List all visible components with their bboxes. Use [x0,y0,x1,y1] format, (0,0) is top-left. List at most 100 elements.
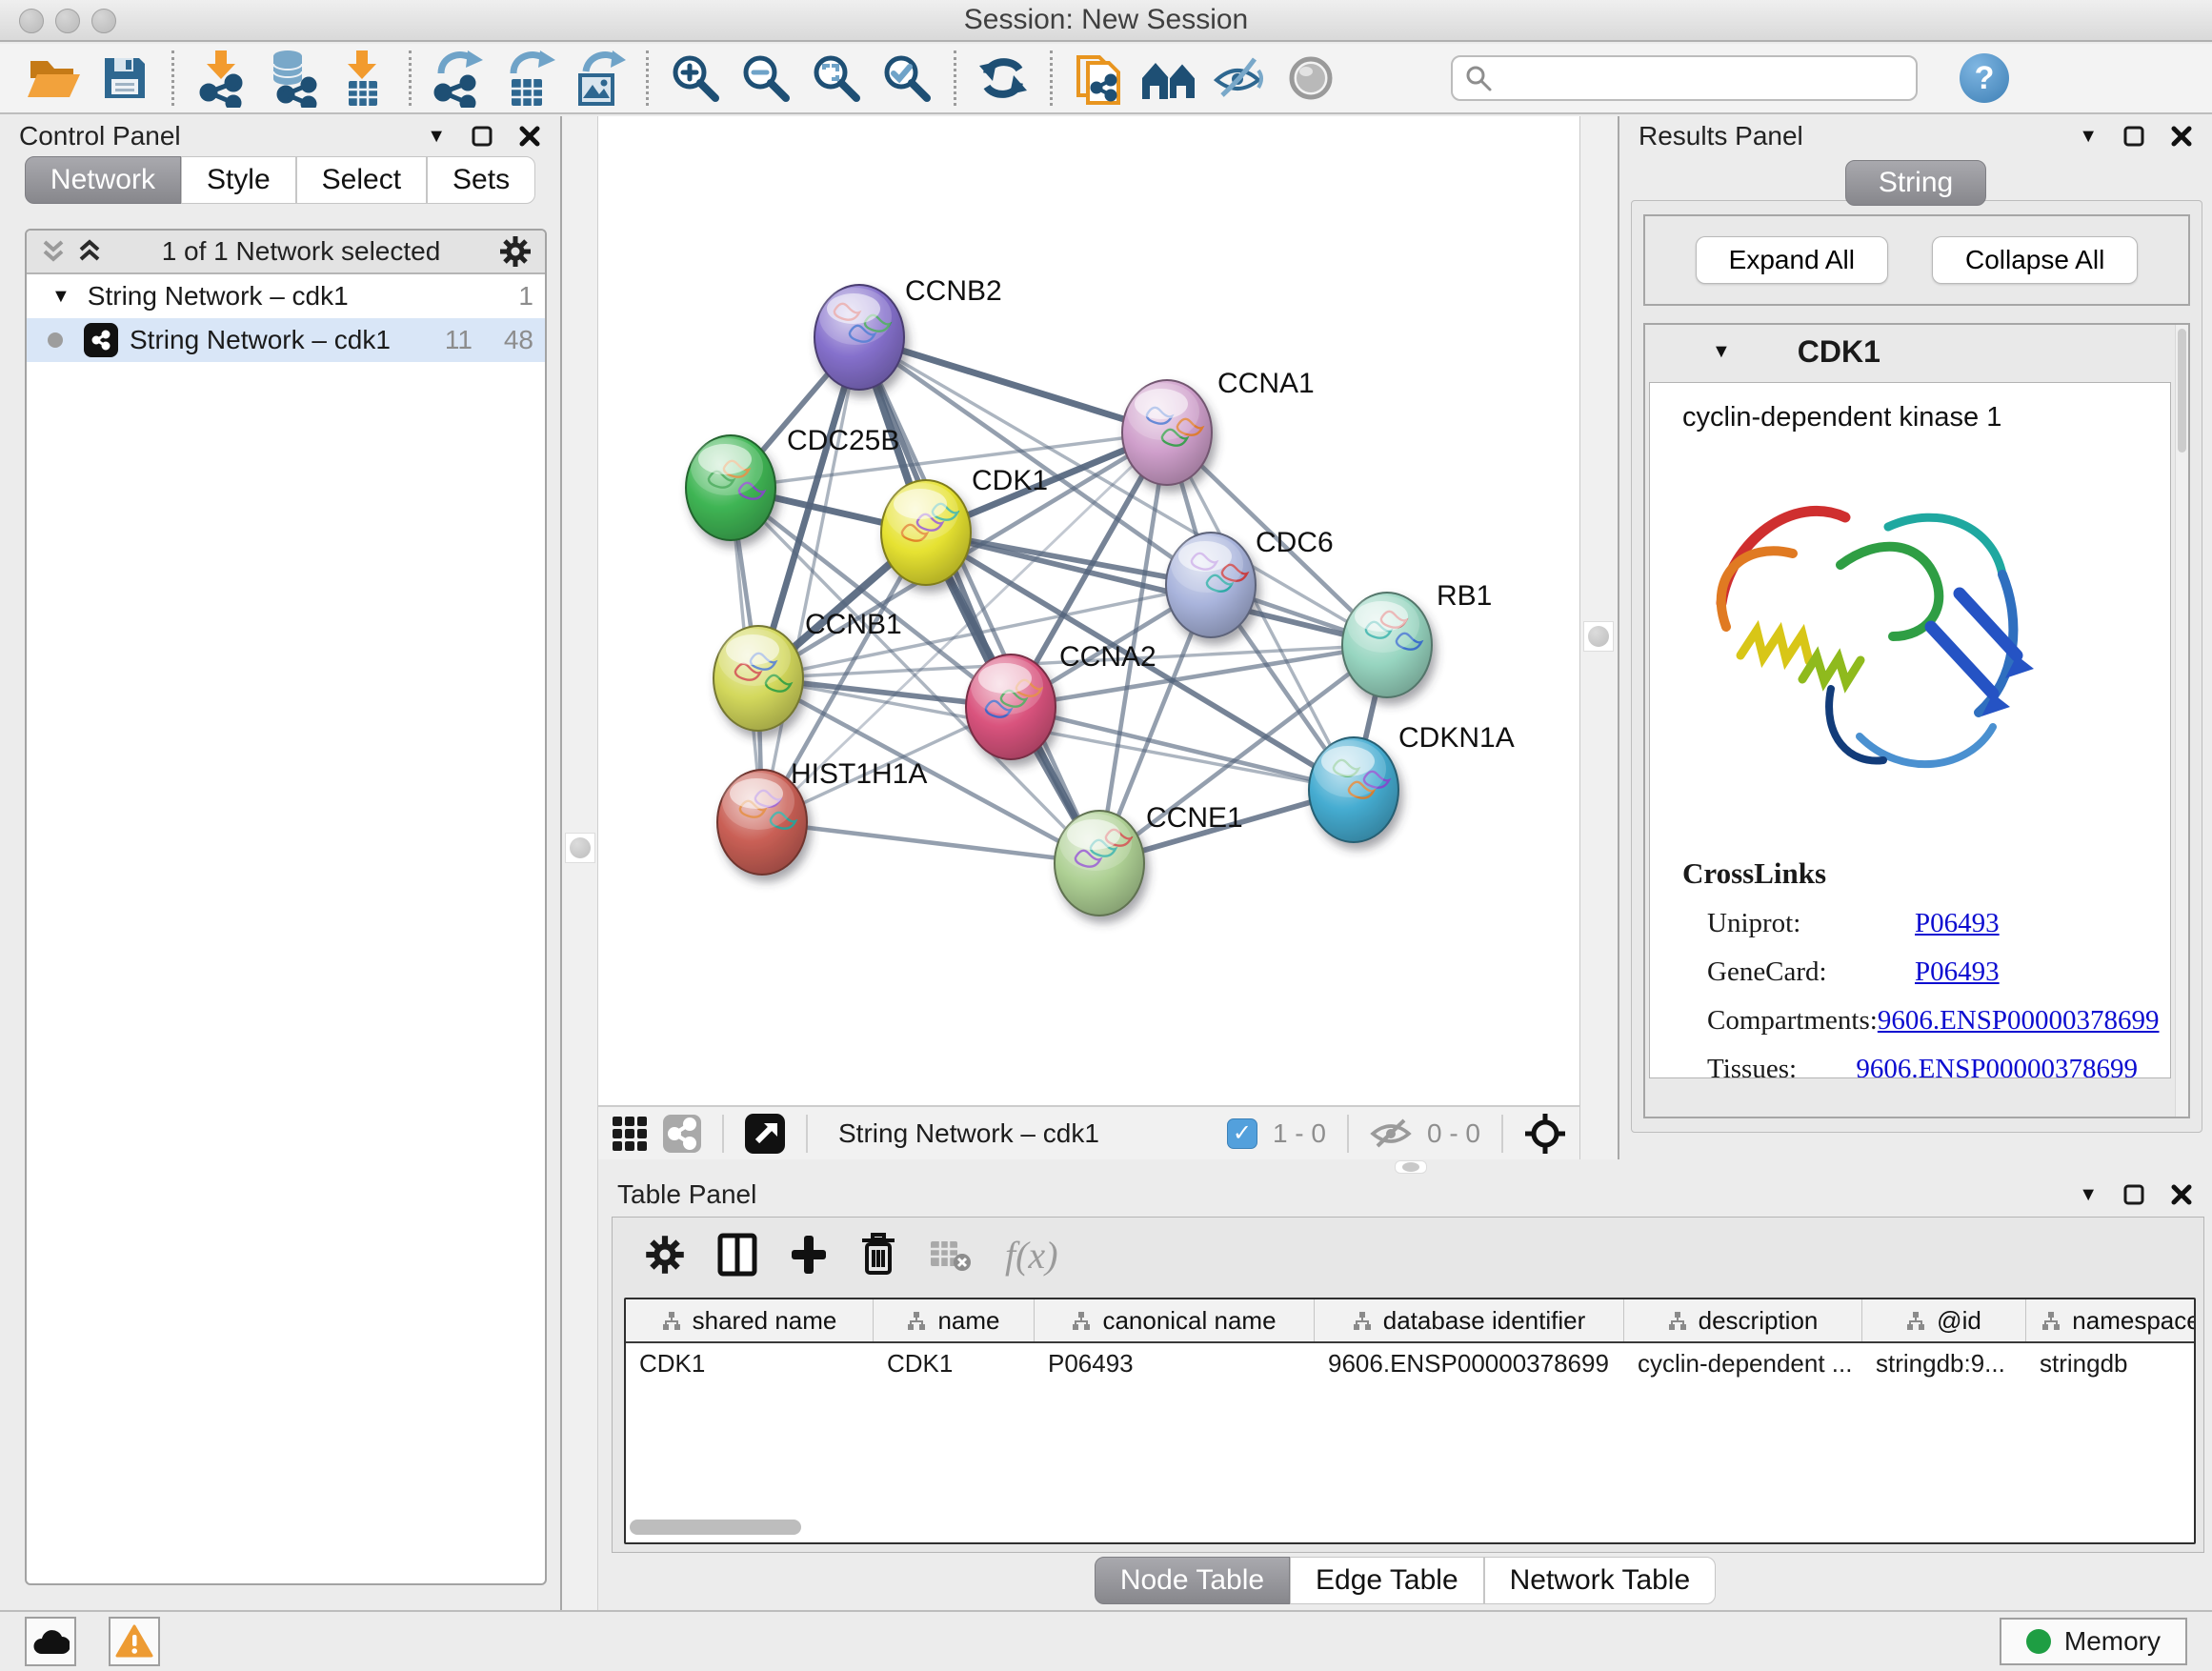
float-panel-icon[interactable] [2122,125,2145,148]
zoom-in-button[interactable] [660,48,731,109]
tab-network[interactable]: Network [25,156,181,204]
table-row[interactable]: CDK1CDK1P064939606.ENSP00000378699cyclin… [626,1343,2194,1387]
zoom-out-button[interactable] [731,48,801,109]
table-cell[interactable]: stringdb [2026,1343,2196,1387]
network-node-ccne1[interactable] [1055,811,1144,916]
import-network-file-button[interactable] [186,48,256,109]
export-network-button[interactable] [423,48,493,109]
collapse-all-button[interactable]: Collapse All [1932,236,2138,284]
window-controls[interactable] [19,9,116,33]
float-panel-icon[interactable] [2122,1183,2145,1206]
expand-all-chevrons-icon[interactable] [40,237,67,266]
table-cell[interactable]: CDK1 [874,1343,1035,1387]
crosslink-link[interactable]: P06493 [1915,956,2000,988]
crosslink-link[interactable]: 9606.ENSP00000378699 [1878,1005,2160,1037]
table-cell[interactable]: stringdb:9... [1862,1343,2026,1387]
collapse-all-chevrons-icon[interactable] [76,237,103,266]
maximize-window-icon[interactable] [91,9,116,33]
search-input[interactable] [1502,64,1904,93]
column-header-shared-name[interactable]: shared name [626,1299,874,1341]
section-expand-icon[interactable]: ▼ [1712,341,1731,363]
table-cell[interactable]: 9606.ENSP00000378699 [1315,1343,1624,1387]
float-panel-icon[interactable] [471,125,493,148]
birdseye-crosshair-icon[interactable] [1524,1113,1566,1155]
toolbar-search[interactable] [1451,55,1918,101]
network-collection-row[interactable]: ▼ String Network – cdk1 1 [27,274,545,318]
tab-node-table[interactable]: Node Table [1095,1557,1290,1604]
zoom-selected-button[interactable] [872,48,942,109]
column-header-database-identifier[interactable]: database identifier [1315,1299,1624,1341]
node-table[interactable]: shared namenamecanonical namedatabase id… [624,1298,2196,1544]
splitter-handle[interactable] [1395,1160,1427,1174]
warning-button[interactable] [109,1617,160,1666]
expand-all-button[interactable]: Expand All [1696,236,1888,284]
navigator-icon[interactable] [745,1114,785,1154]
column-header-name[interactable]: name [874,1299,1035,1341]
network-node-rb1[interactable] [1342,593,1432,697]
gene-section-header[interactable]: ▼ CDK1 [1645,325,2188,378]
string-hide-labels-button[interactable] [1205,48,1276,109]
export-image-button[interactable] [564,48,634,109]
delete-column-icon[interactable] [860,1233,896,1277]
string-glass-ball-button[interactable] [1276,48,1346,109]
collapse-panel-icon[interactable]: ▼ [427,126,446,148]
tab-style[interactable]: Style [181,156,296,204]
tab-sets[interactable]: Sets [427,156,535,204]
import-network-database-button[interactable] [256,48,327,109]
column-header-namespace[interactable]: namespace [2026,1299,2196,1341]
tab-string[interactable]: String [1845,160,1986,206]
hidden-eye-icon[interactable] [1370,1117,1412,1151]
network-canvas[interactable]: CCNB2CCNA1CDC25BCDK1CDC6RB1CCNB1CCNA2CDK… [598,116,1579,1105]
close-panel-icon[interactable] [518,125,541,148]
network-edge[interactable] [859,337,1167,433]
tab-edge-table[interactable]: Edge Table [1290,1557,1484,1604]
network-edge[interactable] [762,822,1099,863]
export-table-button[interactable] [493,48,564,109]
minimize-window-icon[interactable] [55,9,80,33]
network-node-cdkn1a[interactable] [1309,737,1398,842]
string-home-button[interactable] [1135,48,1205,109]
results-scrollbar[interactable] [2175,325,2188,1117]
network-node-cdc6[interactable] [1166,533,1256,637]
cloud-status-button[interactable] [25,1617,76,1666]
collapse-panel-icon[interactable]: ▼ [2079,1184,2098,1206]
help-button[interactable]: ? [1960,53,2009,103]
tab-network-table[interactable]: Network Table [1484,1557,1717,1604]
tab-select[interactable]: Select [296,156,427,204]
horizontal-splitter[interactable] [598,1159,2212,1175]
splitter-handle[interactable] [1583,621,1614,652]
close-panel-icon[interactable] [2170,1183,2193,1206]
network-node-cdc25b[interactable] [686,435,775,540]
splitter-handle[interactable] [565,833,595,863]
import-table-button[interactable] [327,48,397,109]
vertical-splitter-right[interactable] [1579,116,1619,1159]
table-horizontal-scrollbar[interactable] [630,1520,801,1535]
gear-icon[interactable] [499,235,532,268]
close-window-icon[interactable] [19,9,44,33]
close-panel-icon[interactable] [2170,125,2193,148]
column-header--id[interactable]: @id [1862,1299,2026,1341]
crosslink-link[interactable]: 9606.ENSP00000378699 [1856,1054,2138,1078]
open-session-button[interactable] [19,48,90,109]
string-copy-network-button[interactable] [1064,48,1135,109]
column-header-description[interactable]: description [1624,1299,1862,1341]
table-cell[interactable]: P06493 [1035,1343,1315,1387]
selected-checkbox[interactable]: ✓ [1227,1118,1257,1149]
network-share-icon[interactable] [663,1115,701,1153]
network-node-ccna2[interactable] [966,654,1056,759]
network-node-ccna1[interactable] [1122,380,1212,485]
add-column-icon[interactable] [790,1234,828,1276]
collapse-panel-icon[interactable]: ▼ [2079,126,2098,148]
network-node-ccnb2[interactable] [814,285,904,390]
refresh-button[interactable] [968,48,1038,109]
network-node-cdk1[interactable] [881,480,971,585]
column-header-canonical-name[interactable]: canonical name [1035,1299,1315,1341]
grid-view-icon[interactable] [612,1116,648,1152]
crosslink-link[interactable]: P06493 [1915,908,2000,939]
tree-expand-icon[interactable]: ▼ [51,286,70,308]
memory-button[interactable]: Memory [2000,1618,2187,1665]
table-gear-icon[interactable] [645,1235,685,1275]
zoom-fit-button[interactable] [801,48,872,109]
table-cell[interactable]: cyclin-dependent ... [1624,1343,1862,1387]
show-columns-icon[interactable] [717,1233,757,1277]
